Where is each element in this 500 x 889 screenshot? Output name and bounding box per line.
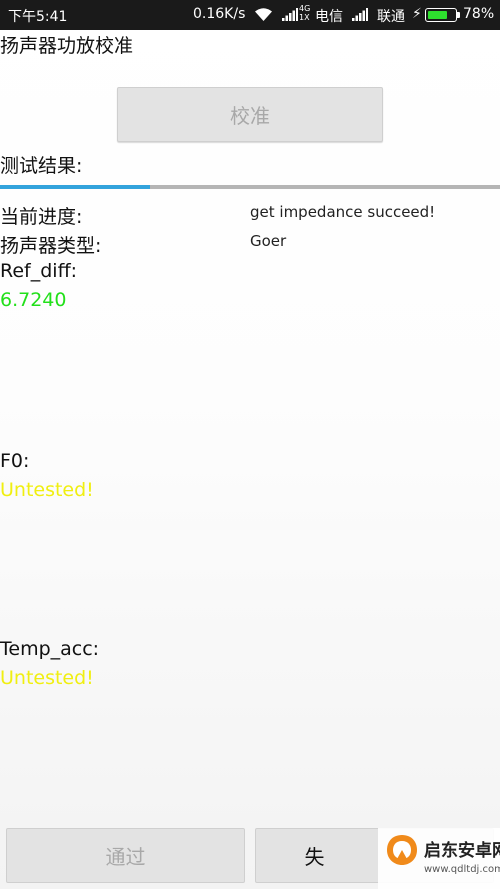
progress-fill (0, 185, 150, 189)
temp-acc-label: Temp_acc: (0, 638, 100, 660)
signal-icon (282, 8, 298, 21)
progress-label: 当前进度: (0, 206, 83, 228)
watermark: 启东安卓网 www.qdltdj.com (378, 828, 500, 889)
progress-bar (0, 185, 500, 189)
speaker-type-value: Goer (250, 232, 287, 250)
speaker-type-label: 扬声器类型: (0, 235, 102, 257)
progress-value: get impedance succeed! (250, 203, 436, 221)
pass-button[interactable]: 通过 (6, 828, 245, 883)
signal-icon-2 (352, 8, 368, 21)
carrier-2: 联通 (377, 9, 405, 25)
page-title: 扬声器功放校准 (0, 35, 134, 57)
result-label: 测试结果: (0, 155, 83, 177)
carrier-1: 电信 (315, 9, 343, 25)
battery-level (428, 11, 448, 19)
temp-acc-value: Untested! (0, 667, 94, 689)
status-bar: 下午5:41 0.16K/s 4G 1X 电信 联通 ⚡ 78% (0, 0, 500, 30)
f0-value: Untested! (0, 479, 94, 501)
watermark-url: www.qdltdj.com (424, 864, 500, 875)
calibrate-button[interactable]: 校准 (117, 87, 383, 142)
network-type-icon: 4G 1X (299, 4, 311, 22)
battery-tip (457, 12, 460, 18)
status-time: 下午5:41 (8, 9, 68, 25)
watermark-logo-icon (387, 835, 417, 865)
f0-label: F0: (0, 450, 30, 472)
battery-icon (425, 8, 457, 22)
network-speed: 0.16K/s (193, 6, 246, 22)
battery-percent: 78% (463, 6, 495, 22)
ref-diff-label: Ref_diff: (0, 260, 78, 282)
ref-diff-value: 6.7240 (0, 289, 67, 311)
wifi-icon (255, 8, 272, 21)
watermark-text: 启东安卓网 (424, 841, 500, 861)
charging-icon: ⚡ (412, 6, 422, 22)
fail-button-label: 失 (304, 845, 325, 869)
